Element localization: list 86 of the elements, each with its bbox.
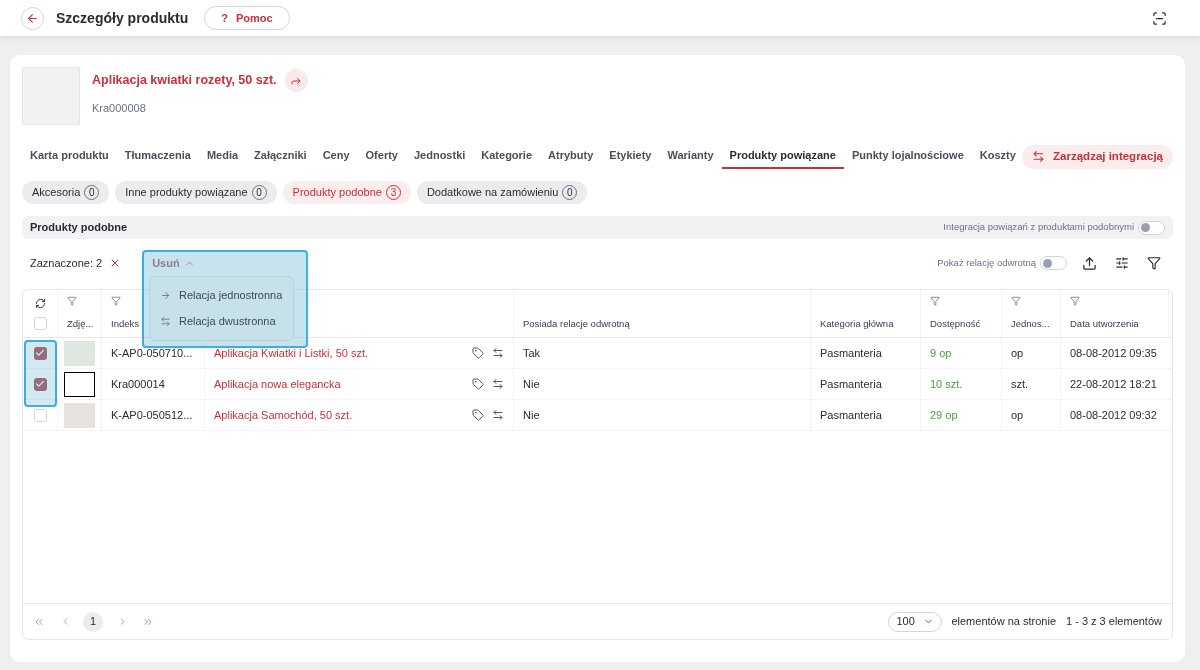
table-cell-text: Kra000014: [111, 376, 165, 392]
tab[interactable]: Atrybuty: [540, 144, 602, 169]
tab[interactable]: Tłumaczenia: [116, 144, 199, 169]
table-cell-text: 29 op: [930, 407, 958, 423]
highlight-overlay: [24, 340, 57, 407]
column-header: Kategoria główna: [820, 316, 894, 331]
table-cell-text: Nie: [523, 407, 540, 423]
table-cell-text: szt.: [1011, 376, 1029, 392]
page-range: 1 - 3 z 3 elementów: [1066, 614, 1162, 630]
subtab[interactable]: Produkty podobne 3: [282, 181, 411, 204]
swap-icon[interactable]: [492, 378, 504, 390]
toggle-label: Pokaż relację odwrotną: [937, 255, 1036, 270]
refresh-icon[interactable]: [34, 297, 46, 309]
back-arrow-icon: [26, 11, 39, 25]
product-link[interactable]: Aplikacja nowa elegancka: [214, 375, 341, 393]
table-cell-text: 22-08-2012 18:21: [1070, 376, 1157, 392]
tab[interactable]: Media: [198, 144, 247, 169]
checkbox[interactable]: [33, 316, 47, 330]
subtab[interactable]: Akcesoria 0: [22, 181, 110, 204]
tag-icon[interactable]: [472, 378, 484, 390]
table-cell-text: Pasmanteria: [820, 345, 882, 361]
table-cell-text: Nie: [523, 376, 540, 392]
product-name: Aplikacja kwiatki rozety, 50 szt.: [92, 72, 277, 90]
upload-icon[interactable]: [1082, 255, 1097, 271]
tab[interactable]: Kategorie: [473, 144, 541, 169]
reverse-toggle[interactable]: [1040, 256, 1067, 270]
column-header: Indeks: [111, 316, 139, 331]
tab[interactable]: Produkty powiązane: [721, 144, 844, 169]
product-code: Kra000008: [92, 101, 147, 116]
tab[interactable]: Punkty lojalnościowe: [843, 144, 972, 169]
subtab[interactable]: Dodatkowe na zamówieniu 0: [416, 181, 588, 204]
checkbox[interactable]: [33, 408, 47, 422]
tab[interactable]: Jednostki: [405, 144, 474, 169]
menu-item[interactable]: Relacja dwustronna: [160, 311, 283, 332]
tag-icon[interactable]: [472, 409, 484, 421]
selection-count: Zaznaczone: 2: [30, 255, 103, 271]
photo-placeholder: [64, 371, 95, 397]
share-button[interactable]: [284, 69, 308, 92]
column-header: Posiada relacje odwrotną: [523, 316, 630, 331]
checkbox[interactable]: [33, 346, 47, 360]
page-size-label: elementów na stronie: [951, 614, 1056, 630]
filter-icon[interactable]: [1147, 256, 1161, 270]
swap-icon[interactable]: [492, 347, 504, 359]
table-cell-text: 08-08-2012 09:35: [1070, 345, 1157, 361]
column-header: Jednos...: [1011, 316, 1050, 331]
tab[interactable]: Koszty: [971, 144, 1016, 169]
photo-placeholder: [64, 340, 95, 366]
tab[interactable]: Karta produktu: [22, 144, 117, 169]
integration-toggle[interactable]: [1138, 220, 1165, 235]
tab[interactable]: Warianty: [659, 144, 722, 169]
page-button[interactable]: 1: [83, 611, 103, 632]
column-header: Zdję...: [67, 316, 94, 331]
table-cell-text: K-AP0-050710...: [111, 345, 193, 361]
toggle-label: Integracja powiązań z produktami podobnymi: [943, 220, 1134, 235]
swap-arrows-icon: [160, 316, 171, 327]
subtab[interactable]: Inne produkty powiązane 0: [115, 181, 277, 204]
column-header: Dostępność: [930, 316, 981, 331]
settings-icon[interactable]: [1115, 256, 1129, 270]
section-title: Produkty podobne: [30, 220, 128, 236]
table-cell-text: Pasmanteria: [820, 407, 882, 423]
page-title: Szczegóły produktu: [56, 8, 189, 28]
swap-arrows-icon: [1032, 150, 1046, 163]
arrow-right-icon: [160, 290, 171, 301]
swap-icon[interactable]: [492, 409, 504, 421]
photo-placeholder: [22, 67, 80, 125]
tab[interactable]: Etykiety: [601, 144, 660, 169]
tag-icon[interactable]: [472, 347, 484, 359]
table-cell-text: 9 op: [930, 345, 952, 361]
menu-item[interactable]: Relacja jednostronna: [160, 285, 283, 306]
tab[interactable]: Ceny: [314, 144, 358, 169]
table-cell-text: Tak: [523, 345, 541, 361]
column-header: Data utworzenia: [1070, 316, 1139, 331]
table-cell-text: 10 szt.: [930, 376, 963, 392]
product-link[interactable]: Aplikacja Kwiatki i Listki, 50 szt.: [214, 344, 369, 362]
scan-icon[interactable]: [1152, 10, 1167, 26]
checkbox[interactable]: [33, 377, 47, 391]
table-cell-text: 08-08-2012 09:32: [1070, 407, 1157, 423]
photo-placeholder: [64, 402, 95, 428]
manage-integration-button[interactable]: Zarządzaj integracją: [1022, 144, 1173, 169]
product-link[interactable]: Aplikacja Samochód, 50 szt.: [214, 406, 353, 424]
table-cell-text: op: [1011, 407, 1024, 423]
tab[interactable]: Oferty: [357, 144, 406, 169]
table-cell-text: op: [1011, 345, 1024, 361]
tab[interactable]: Załączniki: [246, 144, 315, 169]
table-cell-text: K-AP0-050512...: [111, 407, 193, 423]
table-cell-text: Pasmanteria: [820, 376, 882, 392]
